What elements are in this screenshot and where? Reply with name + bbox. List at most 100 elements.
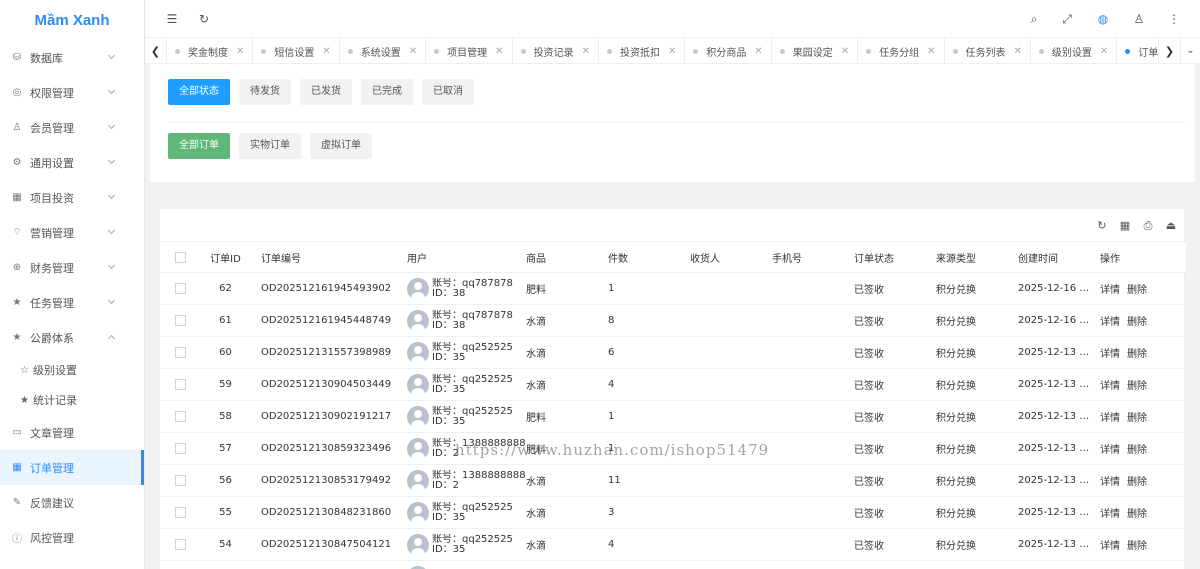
close-icon[interactable]: ✕ xyxy=(582,46,590,57)
tab-item[interactable]: 系统设置 ✕ xyxy=(340,38,427,63)
sidebar-item[interactable]: ⌔ 营销管理 xyxy=(0,215,144,250)
select-all-checkbox[interactable] xyxy=(160,251,200,263)
checkbox-box[interactable] xyxy=(174,315,186,326)
delete-link[interactable]: 删除 xyxy=(1127,381,1147,392)
delete-link[interactable]: 删除 xyxy=(1127,349,1147,360)
close-icon[interactable]: ✕ xyxy=(236,46,244,57)
tab-item[interactable]: 积分商品 ✕ xyxy=(685,38,772,63)
tab-item[interactable]: 订单管理✕ xyxy=(1117,38,1158,63)
sidebar-item[interactable]: ▦ 项目投资 xyxy=(0,180,144,215)
sidebar-item[interactable]: ★ 任务管理 xyxy=(0,285,144,320)
more-icon[interactable]: ⋮ xyxy=(1167,12,1181,26)
refresh-icon[interactable]: ↻ xyxy=(1095,219,1109,233)
row-checkbox[interactable] xyxy=(160,283,200,294)
status-filter-button[interactable]: 待发货 xyxy=(239,79,291,105)
tab-item[interactable]: 任务列表 ✕ xyxy=(945,38,1031,63)
type-filter-button[interactable]: 实物订单 xyxy=(239,133,301,159)
type-filter-button[interactable]: 虚拟订单 xyxy=(310,133,372,159)
tab-item[interactable]: 任务分组 ✕ xyxy=(858,38,945,63)
checkbox-box[interactable] xyxy=(174,379,186,390)
close-icon[interactable]: ✕ xyxy=(927,46,935,57)
row-checkbox[interactable] xyxy=(160,379,200,390)
close-icon[interactable]: ✕ xyxy=(495,46,503,57)
close-icon[interactable]: ✕ xyxy=(754,46,762,57)
type-filter-button[interactable]: 全部订单 xyxy=(168,133,230,159)
checkbox-box[interactable] xyxy=(174,411,186,422)
close-icon[interactable]: ✕ xyxy=(322,46,330,57)
delete-link[interactable]: 删除 xyxy=(1127,413,1147,424)
sidebar-item[interactable]: ♙ 会员管理 xyxy=(0,110,144,145)
detail-link[interactable]: 详情 xyxy=(1100,349,1120,360)
sidebar-item[interactable]: ⓘ 风控管理 xyxy=(0,520,144,555)
delete-link[interactable]: 删除 xyxy=(1127,445,1147,456)
fullscreen-icon[interactable]: ⤢ xyxy=(1060,12,1074,26)
tab-dropdown-icon[interactable]: ⌄ xyxy=(1180,38,1200,63)
row-checkbox[interactable] xyxy=(160,443,200,454)
close-icon[interactable]: ✕ xyxy=(1014,46,1022,57)
delete-link[interactable]: 删除 xyxy=(1127,477,1147,488)
export-icon[interactable]: ⏏ xyxy=(1164,219,1178,233)
search-icon[interactable]: ⌕ xyxy=(1027,12,1041,26)
delete-link[interactable]: 删除 xyxy=(1127,509,1147,520)
columns-icon[interactable]: ▦ xyxy=(1118,219,1132,233)
row-checkbox[interactable] xyxy=(160,411,200,422)
checkbox-box[interactable] xyxy=(174,283,186,294)
checkbox-box[interactable] xyxy=(174,475,186,486)
delete-link[interactable]: 删除 xyxy=(1127,541,1147,552)
detail-link[interactable]: 详情 xyxy=(1100,413,1120,424)
row-checkbox[interactable] xyxy=(160,315,200,326)
tab-item[interactable]: 投资抵扣 ✕ xyxy=(599,38,686,63)
tab-item[interactable]: 短信设置 ✕ xyxy=(253,38,340,63)
sidebar-item[interactable]: ▭ 文章管理 xyxy=(0,415,144,450)
detail-link[interactable]: 详情 xyxy=(1100,509,1120,520)
sidebar-item[interactable]: ⚙ 通用设置 xyxy=(0,145,144,180)
detail-link[interactable]: 详情 xyxy=(1100,541,1120,552)
row-checkbox[interactable] xyxy=(160,507,200,518)
status-filter-button[interactable]: 已取消 xyxy=(422,79,474,105)
sidebar-item[interactable]: ⊕ 财务管理 xyxy=(0,250,144,285)
detail-link[interactable]: 详情 xyxy=(1100,445,1120,456)
row-checkbox[interactable] xyxy=(160,347,200,358)
close-icon[interactable]: ✕ xyxy=(668,46,676,57)
status-filter-button[interactable]: 全部状态 xyxy=(168,79,230,105)
app-logo[interactable]: Mầm Xanh xyxy=(0,0,144,40)
detail-link[interactable]: 详情 xyxy=(1100,381,1120,392)
tab-item[interactable]: 项目管理 ✕ xyxy=(426,38,513,63)
cell-id: 59 xyxy=(219,379,232,390)
tab-scroll-right-icon[interactable]: ❯ xyxy=(1158,38,1180,64)
checkbox-box[interactable] xyxy=(174,347,186,358)
checkbox-box[interactable] xyxy=(174,443,186,454)
checkbox-box[interactable] xyxy=(174,539,186,550)
row-checkbox[interactable] xyxy=(160,475,200,486)
sidebar-item[interactable]: ★ 公爵体系 xyxy=(0,320,144,355)
sidebar-item[interactable]: ⛁ 数据库 xyxy=(0,40,144,75)
checkbox-box[interactable] xyxy=(174,507,186,518)
sidebar-item[interactable]: ▦ 订单管理 xyxy=(0,450,144,485)
sidebar-item[interactable]: ✎ 反馈建议 xyxy=(0,485,144,520)
user-icon[interactable]: ♙ xyxy=(1132,12,1146,26)
sidebar-subitem[interactable]: ★ 统计记录 xyxy=(0,385,144,415)
language-icon[interactable]: ◍ xyxy=(1096,12,1110,26)
tab-item[interactable]: 投资记录 ✕ xyxy=(513,38,599,63)
status-filter-button[interactable]: 已完成 xyxy=(361,79,413,105)
menu-toggle-icon[interactable]: ☰ xyxy=(165,12,179,26)
detail-link[interactable]: 详情 xyxy=(1100,477,1120,488)
detail-link[interactable]: 详情 xyxy=(1100,285,1120,296)
delete-link[interactable]: 删除 xyxy=(1127,285,1147,296)
row-checkbox[interactable] xyxy=(160,539,200,550)
sidebar-subitem[interactable]: ☆ 级别设置 xyxy=(0,355,144,385)
delete-link[interactable]: 删除 xyxy=(1127,317,1147,328)
tab-item[interactable]: 果园设定 ✕ xyxy=(772,38,859,63)
print-icon[interactable]: ⎙ xyxy=(1141,219,1155,233)
close-icon[interactable]: ✕ xyxy=(1100,46,1108,57)
sidebar-item[interactable]: ◎ 权限管理 xyxy=(0,75,144,110)
tab-scroll-left-icon[interactable]: ❮ xyxy=(145,38,167,64)
close-icon[interactable]: ✕ xyxy=(409,46,417,57)
tab-item[interactable]: 奖金制度 ✕ xyxy=(167,38,254,63)
detail-link[interactable]: 详情 xyxy=(1100,317,1120,328)
status-filter-button[interactable]: 已发货 xyxy=(300,79,352,105)
close-icon[interactable]: ✕ xyxy=(841,46,849,57)
page-scrollbar[interactable] xyxy=(1195,64,1200,569)
tab-item[interactable]: 级别设置 ✕ xyxy=(1031,38,1118,63)
refresh-icon[interactable]: ↻ xyxy=(197,12,211,26)
